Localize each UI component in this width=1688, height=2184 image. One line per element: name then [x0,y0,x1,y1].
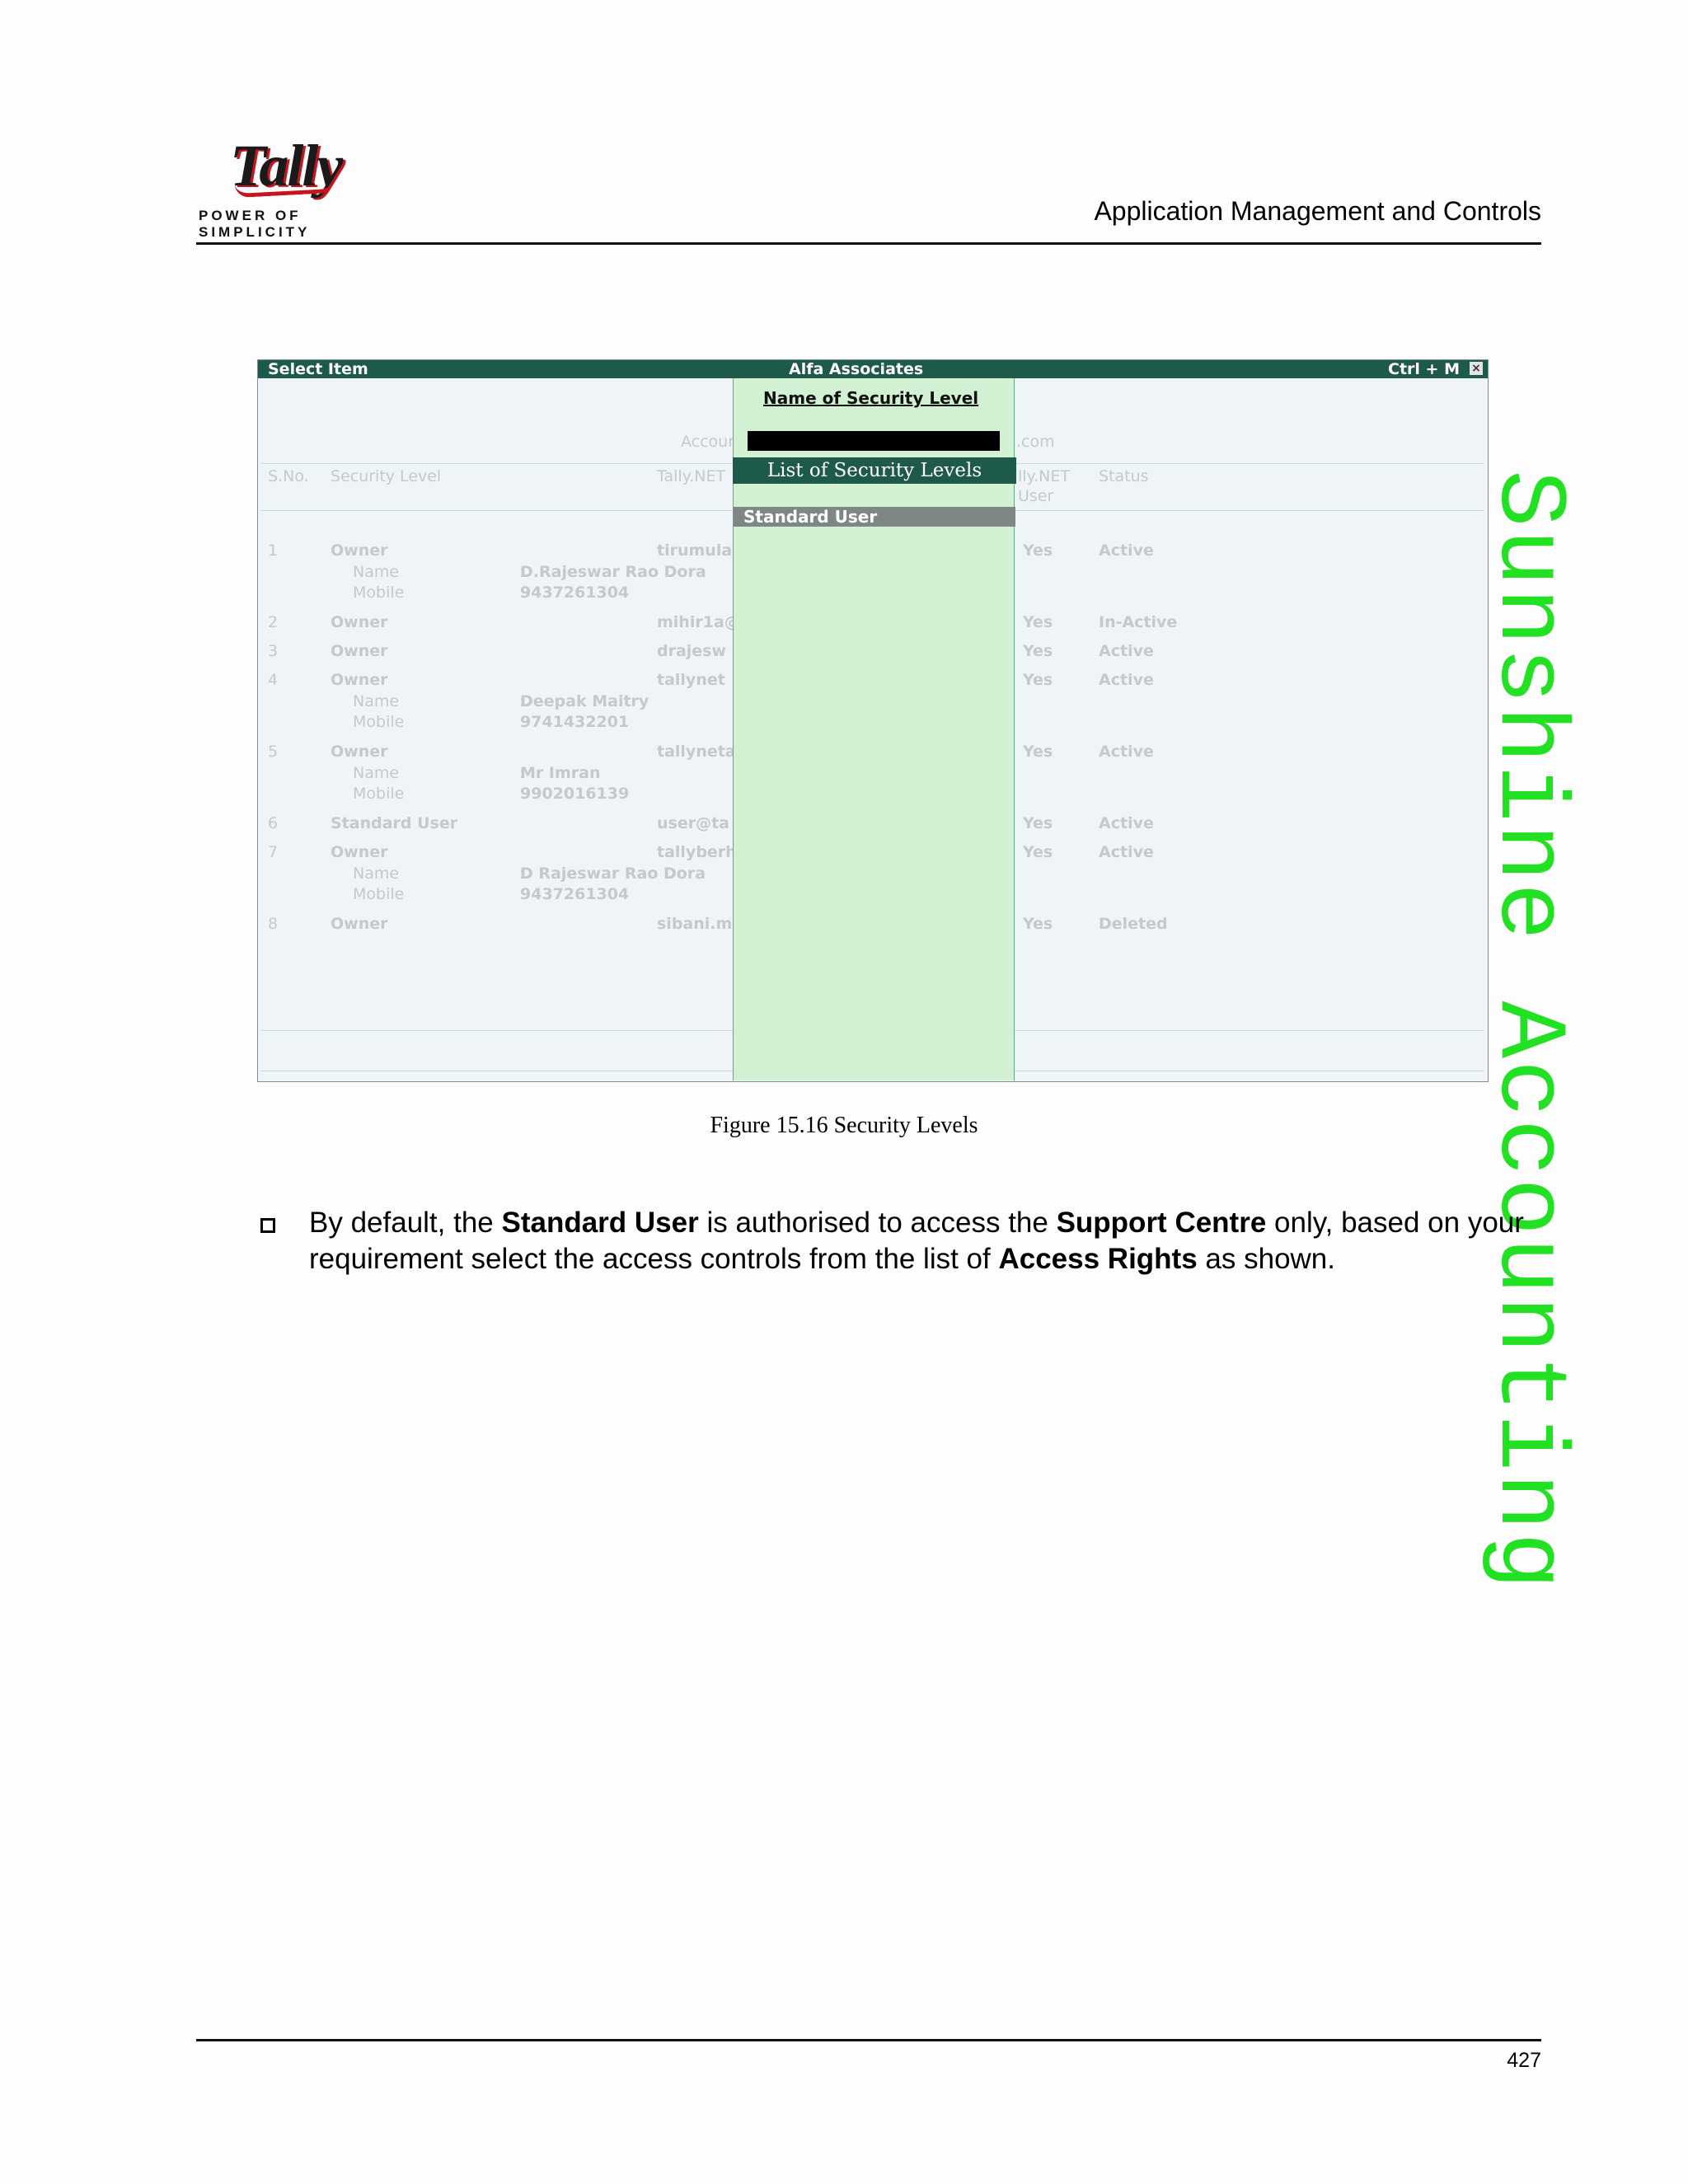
account-suffix: .com [1016,433,1055,451]
row-security-level: Owner [331,743,388,761]
row-sno: 8 [268,915,279,933]
row-name: D Rajeswar Rao Dora [520,865,706,883]
window-titlebar: Select Item Alfa Associates Ctrl + M × [258,360,1488,378]
row-user: Yes [1023,613,1053,631]
row-status: Active [1099,843,1154,861]
security-levels-screenshot: Select Item Alfa Associates Ctrl + M × A… [257,359,1489,1082]
panel-title: Name of Security Level [763,388,979,408]
figure-caption: Figure 15.16 Security Levels [710,1113,978,1138]
row-sno: 4 [268,671,279,689]
tally-logo: Tally POWER OF SIMPLICITY [195,132,393,240]
row-name: Deepak Maitry [520,692,649,710]
close-icon[interactable]: × [1470,362,1483,375]
row-user: Yes [1023,671,1053,689]
row-user: Yes [1023,541,1053,560]
row-mobile-label: Mobile [353,713,405,731]
row-email: sibani.m [657,915,733,933]
row-mobile-label: Mobile [353,785,405,803]
row-mobile-label: Mobile [353,885,405,903]
col-tallynet: Tally.NET [657,467,726,485]
col-tallynet-2: lly.NET [1018,467,1070,485]
bold-term: Support Centre [1056,1207,1267,1239]
row-security-level: Owner [331,541,388,560]
row-name-label: Name [353,764,400,782]
row-email: tallyneta [657,743,736,761]
row-status: Active [1099,642,1154,660]
row-email: mihir1a@ [657,613,740,631]
row-status: Active [1099,541,1154,560]
security-level-panel: Name of Security Level List of Security … [733,378,1016,1080]
security-level-name-input[interactable] [748,431,1000,451]
row-sno: 5 [268,743,279,761]
row-sno: 3 [268,642,279,660]
section-title: Application Management and Controls [1094,196,1541,226]
row-name: Mr Imran [520,764,601,782]
bold-term: Standard User [501,1207,699,1239]
row-name: D.Rajeswar Rao Dora [520,563,706,581]
row-email: tallyberh [657,843,737,861]
row-email: drajesw [657,642,727,660]
row-sno: 6 [268,814,279,832]
row-mobile: 9437261304 [520,583,630,602]
row-security-level: Owner [331,671,388,689]
text: By default, the [309,1207,502,1239]
row-security-level: Owner [331,613,388,631]
row-sno: 7 [268,843,279,861]
row-name-label: Name [353,692,400,710]
bullet-icon [260,1218,275,1233]
col-security-level: Security Level [331,467,442,485]
row-status: Active [1099,814,1154,832]
bold-term: Access Rights [998,1243,1198,1275]
row-security-level: Owner [331,915,388,933]
body-paragraph: By default, the Standard User is authori… [309,1205,1545,1277]
logo-tagline: POWER OF SIMPLICITY [199,208,311,240]
col-user: User [1018,487,1054,505]
row-status: Active [1099,743,1154,761]
col-status: Status [1099,467,1149,485]
row-security-level: Standard User [331,814,458,832]
row-sno: 1 [268,541,279,560]
titlebar-select-item: Select Item [268,360,368,378]
list-header: List of Security Levels [733,457,1016,484]
list-item-standard-user[interactable]: Standard User [734,507,1015,527]
col-sno: S.No. [268,467,309,485]
row-email: tallynet [657,671,725,689]
text: is authorised to access the [698,1207,1057,1239]
row-name-label: Name [353,865,400,883]
row-user: Yes [1023,915,1053,933]
row-mobile: 9741432201 [520,713,630,731]
row-email: tirumula [657,541,733,560]
account-label: Accoun [681,433,738,451]
row-name-label: Name [353,563,400,581]
row-status: In-Active [1099,613,1178,631]
titlebar-shortcut[interactable]: Ctrl + M [1388,360,1460,378]
titlebar-company: Alfa Associates [789,360,924,378]
row-status: Deleted [1099,915,1168,933]
row-security-level: Owner [331,843,388,861]
row-user: Yes [1023,642,1053,660]
footer-rule [196,2039,1541,2041]
row-mobile: 9902016139 [520,785,630,803]
row-mobile-label: Mobile [353,583,405,602]
row-status: Active [1099,671,1154,689]
text: as shown. [1197,1243,1335,1275]
row-email: user@ta [657,814,729,832]
page-number: 427 [1507,2049,1541,2072]
row-user: Yes [1023,843,1053,861]
row-user: Yes [1023,814,1053,832]
row-mobile: 9437261304 [520,885,630,903]
row-sno: 2 [268,613,279,631]
watermark: Sunshine Accounting [1474,470,1582,1591]
row-security-level: Owner [331,642,388,660]
header-rule [196,242,1541,245]
row-user: Yes [1023,743,1053,761]
